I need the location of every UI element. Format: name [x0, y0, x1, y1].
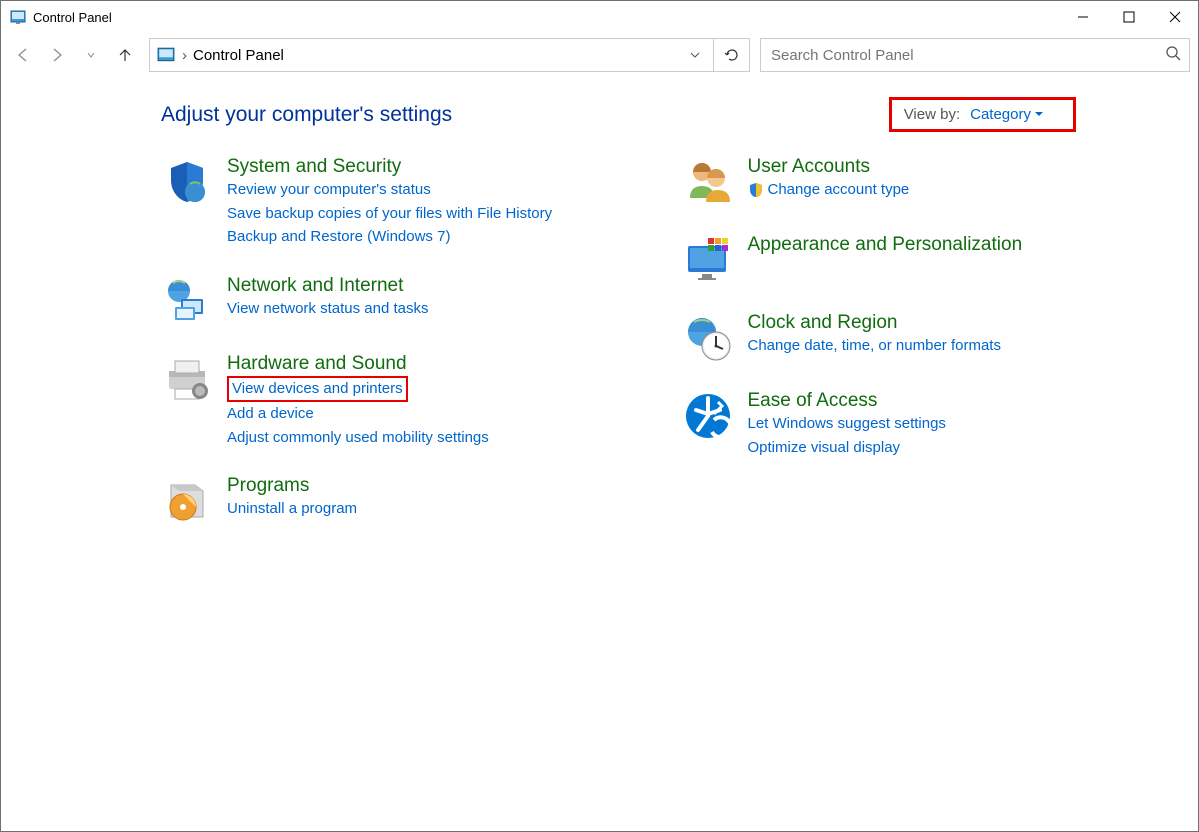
- shield-icon: [161, 156, 213, 208]
- chevron-right-icon: ›: [182, 47, 187, 64]
- titlebar: Control Panel: [1, 1, 1198, 33]
- view-by-control[interactable]: View by: Category: [889, 97, 1076, 132]
- clock-globe-icon: [682, 312, 734, 364]
- control-panel-icon: [154, 43, 178, 67]
- category-link[interactable]: Adjust commonly used mobility settings: [227, 427, 489, 450]
- monitor-colors-icon: [682, 234, 734, 286]
- forward-button[interactable]: [43, 41, 71, 69]
- header-row: Adjust your computer's settings View by:…: [161, 97, 1162, 132]
- toolbar: › Control Panel: [1, 33, 1198, 77]
- disc-box-icon: [161, 475, 213, 527]
- category-title[interactable]: Programs: [227, 475, 357, 497]
- address-bar[interactable]: › Control Panel: [149, 38, 750, 72]
- category-link[interactable]: Change account type: [768, 179, 910, 202]
- maximize-button[interactable]: [1106, 1, 1152, 33]
- view-by-value[interactable]: Category: [970, 106, 1043, 123]
- category-link[interactable]: Optimize visual display: [748, 437, 946, 460]
- view-by-value-text: Category: [970, 106, 1031, 123]
- categories-grid: System and Security Review your computer…: [161, 156, 1162, 527]
- category-title[interactable]: Ease of Access: [748, 390, 946, 412]
- search-icon: [1165, 45, 1181, 65]
- control-panel-window: Control Panel › Control Panel: [0, 0, 1199, 832]
- refresh-button[interactable]: [713, 39, 749, 71]
- category-link[interactable]: Uninstall a program: [227, 498, 357, 521]
- minimize-button[interactable]: [1060, 1, 1106, 33]
- ease-of-access-icon: [682, 390, 734, 442]
- control-panel-icon: [9, 8, 27, 26]
- category-network: Network and Internet View network status…: [161, 275, 642, 327]
- printer-icon: [161, 353, 213, 405]
- close-button[interactable]: [1152, 1, 1198, 33]
- breadcrumb-current[interactable]: Control Panel: [193, 47, 284, 64]
- view-by-label: View by:: [904, 106, 960, 123]
- category-clock: Clock and Region Change date, time, or n…: [682, 312, 1163, 364]
- category-programs: Programs Uninstall a program: [161, 475, 642, 527]
- search-box[interactable]: [760, 38, 1190, 72]
- recent-dropdown-icon[interactable]: [77, 41, 105, 69]
- uac-shield-icon: [748, 182, 764, 198]
- category-link[interactable]: Add a device: [227, 403, 489, 426]
- category-title[interactable]: User Accounts: [748, 156, 910, 178]
- category-user-accounts: User Accounts Change account type: [682, 156, 1163, 208]
- link-view-devices-printers[interactable]: View devices and printers: [227, 376, 489, 403]
- page-heading: Adjust your computer's settings: [161, 103, 452, 127]
- category-title[interactable]: Network and Internet: [227, 275, 429, 297]
- category-link[interactable]: Backup and Restore (Windows 7): [227, 226, 552, 249]
- category-link[interactable]: Save backup copies of your files with Fi…: [227, 203, 552, 226]
- category-system-security: System and Security Review your computer…: [161, 156, 642, 249]
- category-title[interactable]: Appearance and Personalization: [748, 234, 1023, 256]
- content-area: Adjust your computer's settings View by:…: [1, 77, 1198, 831]
- category-column-right: User Accounts Change account type Appear…: [682, 156, 1163, 527]
- category-appearance: Appearance and Personalization: [682, 234, 1163, 286]
- search-input[interactable]: [769, 46, 1165, 65]
- category-hardware: Hardware and Sound View devices and prin…: [161, 353, 642, 450]
- up-button[interactable]: [111, 41, 139, 69]
- category-ease-of-access: Ease of Access Let Windows suggest setti…: [682, 390, 1163, 459]
- category-link[interactable]: Change date, time, or number formats: [748, 335, 1001, 358]
- category-link[interactable]: Let Windows suggest settings: [748, 413, 946, 436]
- category-title[interactable]: Hardware and Sound: [227, 353, 489, 375]
- chevron-down-icon: [1035, 111, 1043, 119]
- category-title[interactable]: Clock and Region: [748, 312, 1001, 334]
- category-column-left: System and Security Review your computer…: [161, 156, 642, 527]
- category-title[interactable]: System and Security: [227, 156, 552, 178]
- back-button[interactable]: [9, 41, 37, 69]
- category-link[interactable]: Review your computer's status: [227, 179, 552, 202]
- window-title: Control Panel: [33, 10, 1060, 25]
- address-dropdown[interactable]: [677, 39, 713, 71]
- window-controls: [1060, 1, 1198, 33]
- globe-monitors-icon: [161, 275, 213, 327]
- category-link[interactable]: View network status and tasks: [227, 298, 429, 321]
- people-icon: [682, 156, 734, 208]
